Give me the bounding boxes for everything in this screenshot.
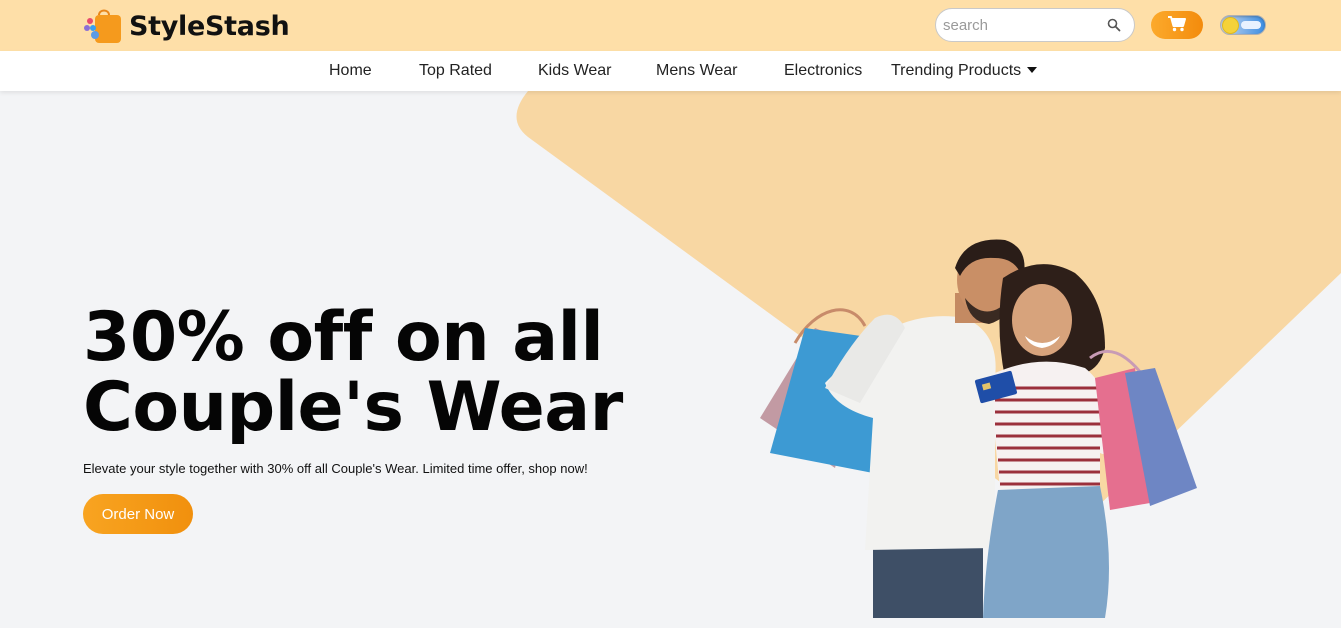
brand-name: StyleStash xyxy=(129,10,290,42)
nav-item-mens-wear[interactable]: Mens Wear xyxy=(656,62,738,80)
cart-button[interactable] xyxy=(1151,11,1203,39)
hero-subtext: Elevate your style together with 30% off… xyxy=(83,461,588,476)
nav-item-trending-products[interactable]: Trending Products xyxy=(891,62,1038,80)
nav-item-kids-wear[interactable]: Kids Wear xyxy=(538,62,612,80)
nav-item-electronics[interactable]: Electronics xyxy=(784,62,862,80)
brand[interactable]: StyleStash xyxy=(83,7,290,45)
search-icon[interactable] xyxy=(1107,18,1121,32)
sun-icon xyxy=(1223,18,1238,33)
main-nav: Home Top Rated Kids Wear Mens Wear Elect… xyxy=(0,51,1341,91)
nav-item-top-rated[interactable]: Top Rated xyxy=(419,62,492,80)
caret-down-icon xyxy=(1027,67,1038,73)
theme-toggle[interactable] xyxy=(1220,15,1266,35)
search-box[interactable] xyxy=(935,8,1135,42)
hero-headline: 30% off on all Couple's Wear xyxy=(83,303,723,443)
hero-image xyxy=(755,238,1205,618)
search-input[interactable] xyxy=(943,14,1103,36)
hero-headline-line2: Couple's Wear xyxy=(83,368,623,447)
order-now-button[interactable]: Order Now xyxy=(83,494,193,534)
hero-headline-line1: 30% off on all xyxy=(83,298,604,377)
cloud-icon xyxy=(1241,21,1261,29)
shopping-bag-icon xyxy=(83,7,123,45)
top-bar: StyleStash xyxy=(0,0,1341,51)
cart-icon xyxy=(1167,15,1187,35)
nav-item-label: Trending Products xyxy=(891,62,1022,79)
nav-item-home[interactable]: Home xyxy=(329,62,372,80)
